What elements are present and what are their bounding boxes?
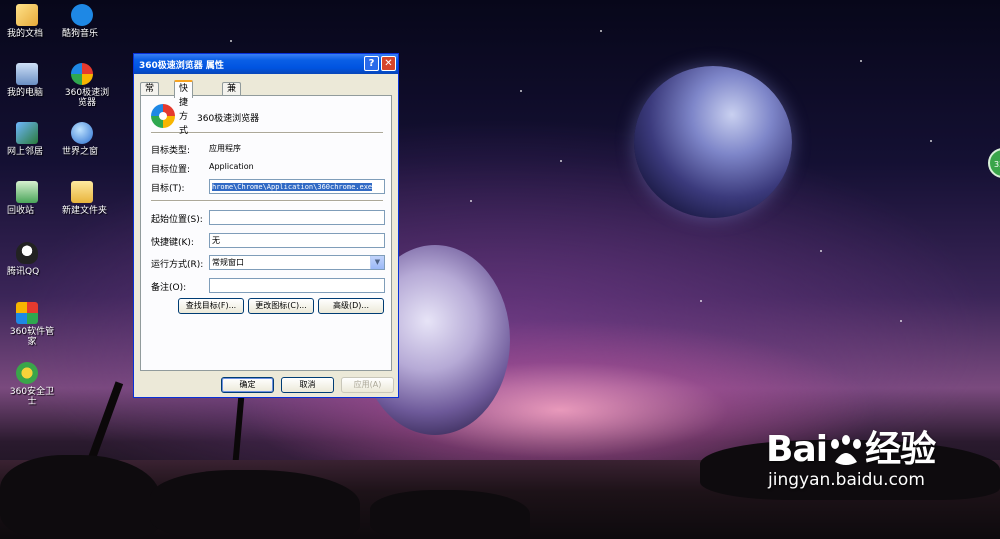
desktop-icon-recycle-bin[interactable]: 回收站 [0,181,57,216]
star [560,160,562,162]
desktop-icon-360-chrome[interactable]: 360极速浏览器 [52,63,112,108]
star [470,200,472,202]
comment-field[interactable] [209,278,385,293]
separator [151,200,383,202]
start-in-field[interactable] [209,210,385,225]
desktop-icon-label: 360软件管家 [9,327,55,347]
target-location-value: Application [209,162,254,171]
watermark-url: jingyan.baidu.com [768,470,925,490]
theworld-browser-icon [71,122,93,144]
kugou-music-icon [71,4,93,26]
star [700,300,702,302]
360-chrome-icon [71,63,93,85]
run-select[interactable]: 常规窗口 ▼ [209,255,385,270]
help-button[interactable]: ? [364,56,379,71]
watermark-logo-chinese: 经验 [865,429,936,470]
desktop-icon-my-computer[interactable]: 我的电脑 [0,63,57,98]
watermark-logo: Bai 经验 [766,430,996,470]
cancel-button[interactable]: 取消 [281,377,334,393]
find-target-button[interactable]: 查找目标(F)... [178,298,244,314]
shortcut-key-field[interactable]: 无 [209,233,385,248]
dialog-titlebar[interactable]: 360极速浏览器 属性 ? ✕ [134,54,398,74]
target-label: 目标(T): [151,184,185,194]
rock [370,490,530,539]
desktop-icon-label: 腾讯QQ [7,267,40,277]
change-icon-button[interactable]: 更改图标(C)... [248,298,314,314]
close-button[interactable]: ✕ [381,56,396,71]
desktop-icon-network-places[interactable]: 网上邻居 [0,122,57,157]
target-type-value: 应用程序 [209,144,241,153]
desktop-icon-my-documents[interactable]: 我的文档 [0,4,57,39]
my-computer-icon [16,63,38,85]
desktop-icon-label: 360极速浏览器 [64,88,110,108]
rock [0,455,160,539]
star [820,250,822,252]
desktop-icon-label: 我的文档 [7,29,44,39]
app-name: 360极速浏览器 [197,114,260,124]
desktop-icon-label: 360安全卫士 [9,387,55,407]
comment-label: 备注(O): [151,283,187,293]
tab-compatibility[interactable]: 兼容性 [222,82,242,120]
qq-icon [16,242,38,264]
my-documents-icon [16,4,38,26]
desktop-icon-label: 世界之窗 [62,147,99,157]
run-label: 运行方式(R): [151,260,204,270]
shortcut-key-label: 快捷键(K): [151,238,194,248]
desktop-icon-label: 酷狗音乐 [62,29,99,39]
run-select-value: 常规窗口 [212,258,244,267]
moon-planet [634,66,792,218]
baidu-jingyan-watermark: Bai 经验 jingyan.baidu.com [766,430,996,491]
floating-sidebar-badge[interactable]: 32 [988,148,1000,178]
star [600,30,602,32]
apply-button[interactable]: 应用(A) [341,377,394,393]
ok-button[interactable]: 确定 [221,377,274,393]
dialog-title: 360极速浏览器 属性 [139,61,224,71]
star [860,60,862,62]
target-location-label: 目标位置: [151,165,191,175]
desktop-icon-360-software-manager[interactable]: 360软件管家 [0,302,57,347]
recycle-bin-icon [16,181,38,203]
desktop-icon-qq[interactable]: 腾讯QQ [0,242,57,277]
network-places-icon [16,122,38,144]
baidu-paw-icon [831,435,862,465]
target-type-label: 目标类型: [151,146,191,156]
tab-general[interactable]: 常规 [140,82,160,107]
tab-shortcut[interactable]: 快捷方式 [174,80,194,136]
folder-icon [71,181,93,203]
360-safe-icon [16,362,38,384]
properties-dialog: 360极速浏览器 属性 ? ✕ 常规 快捷方式 兼容性 360极速浏览器 目标类… [133,53,399,398]
advanced-button[interactable]: 高级(D)... [318,298,384,314]
watermark-logo-text: Bai [766,429,828,470]
desktop-icon-label: 回收站 [7,206,35,216]
desktop-icon-new-folder[interactable]: 新建文件夹 [52,181,112,216]
star [930,140,932,142]
target-field[interactable]: hrome\Chrome\Application\360chrome.exe [209,179,385,194]
chevron-down-icon[interactable]: ▼ [370,256,384,269]
desktop-icon-label: 我的电脑 [7,88,44,98]
360-chrome-icon [151,104,175,128]
desktop-icon-kugou[interactable]: 酷狗音乐 [52,4,112,39]
star [230,40,232,42]
desktop-icon-label: 新建文件夹 [62,206,108,216]
target-field-text: hrome\Chrome\Application\360chrome.exe [212,183,373,191]
desktop-icon-360-safe[interactable]: 360安全卫士 [0,362,57,407]
star [520,90,522,92]
rock [150,470,360,539]
desktop-icon-label: 网上邻居 [7,147,44,157]
desktop-icon-theworld[interactable]: 世界之窗 [52,122,112,157]
start-in-label: 起始位置(S): [151,215,203,225]
360-software-manager-icon [16,302,38,324]
star [900,320,902,322]
shortcut-tab-panel: 360极速浏览器 目标类型: 应用程序 目标位置: Application 目标… [140,95,392,371]
